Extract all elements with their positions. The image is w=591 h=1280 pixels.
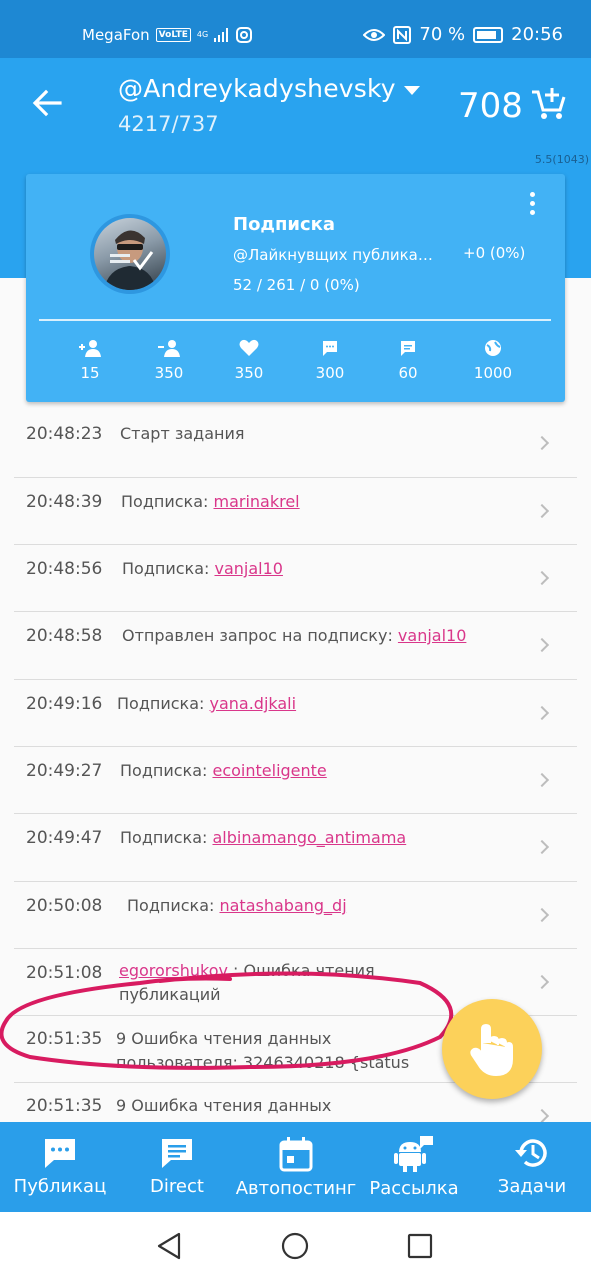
stat-messages: 60 — [368, 338, 448, 382]
start-task-button[interactable] — [442, 999, 542, 1099]
username-link[interactable]: vanjal10 — [214, 559, 282, 578]
log-row[interactable]: 20:48:58 Отправлен запрос на подписку: v… — [14, 612, 577, 680]
avatar — [94, 218, 166, 290]
chevron-right-icon — [534, 839, 550, 855]
direct-icon — [162, 1139, 192, 1168]
nav-direct[interactable]: Direct — [130, 1122, 224, 1212]
comment-icon — [323, 341, 337, 356]
publications-icon — [45, 1139, 75, 1168]
globe-icon — [485, 340, 501, 356]
stat-likes: 350 — [209, 338, 289, 382]
instagram-icon — [236, 27, 253, 43]
task-title: Подписка — [233, 214, 336, 235]
eye-icon — [363, 28, 386, 41]
chevron-right-icon — [534, 435, 550, 451]
points-balance: 708 — [458, 86, 523, 126]
chevron-right-icon — [534, 705, 550, 721]
add-user-icon — [79, 340, 101, 357]
nfc-icon — [393, 25, 412, 44]
remove-user-icon — [158, 340, 180, 357]
battery-icon — [473, 26, 504, 43]
more-vert-icon[interactable] — [526, 192, 538, 222]
stat-views: 1000 — [453, 338, 533, 382]
card-divider — [39, 319, 551, 321]
nav-mailing[interactable]: Рассылка — [364, 1122, 464, 1212]
nav-publications[interactable]: Публикац — [8, 1122, 112, 1212]
carrier-name: MegaFon — [82, 26, 150, 44]
avatar-image-icon — [104, 230, 156, 290]
system-recents-icon[interactable] — [407, 1233, 433, 1259]
log-row[interactable]: 20:49:27 Подписка: ecointeligente — [14, 747, 577, 814]
username-link[interactable]: yana.djkali — [209, 694, 296, 713]
calendar-icon — [279, 1137, 313, 1172]
account-dropdown-icon[interactable] — [404, 86, 420, 95]
nav-autoposting[interactable]: Автопостинг — [234, 1122, 358, 1212]
chevron-right-icon — [534, 772, 550, 788]
account-stats: 4217/737 — [118, 112, 219, 136]
app-bar: @Andreykadyshevsky 4217/737 708 — [0, 58, 591, 150]
chevron-right-icon — [534, 570, 550, 586]
task-progress: 52 / 261 / 0 (0%) — [233, 276, 360, 294]
heart-icon — [239, 339, 259, 356]
username-link[interactable]: vanjal10 — [398, 626, 466, 645]
nav-tasks[interactable]: Задачи — [490, 1122, 574, 1212]
task-card[interactable]: Подписка @Лайкнувщих публикаци... +0 (0%… — [26, 174, 565, 402]
system-home-icon[interactable] — [281, 1232, 309, 1260]
stat-unfollow: 350 — [129, 338, 209, 382]
history-icon — [515, 1139, 547, 1167]
username-link[interactable]: marinakrel — [213, 492, 299, 511]
android-icon — [394, 1136, 433, 1172]
touch-hand-icon — [470, 1024, 513, 1076]
system-navigation-bar — [0, 1212, 591, 1280]
username-link[interactable]: albinamango_antimama — [212, 828, 406, 847]
account-name[interactable]: @Andreykadyshevsky — [118, 74, 396, 103]
app-version: 5.5(1043) — [534, 153, 589, 166]
username-link[interactable]: ecointeligente — [212, 761, 326, 780]
task-delta: +0 (0%) — [463, 244, 526, 262]
log-row[interactable]: 20:48:56 Подписка: vanjal10 — [14, 545, 577, 612]
chevron-right-icon — [534, 974, 550, 990]
message-icon — [401, 341, 415, 356]
username-link[interactable]: egororshukov — [119, 961, 228, 980]
task-target: @Лайкнувщих публикаци... — [233, 246, 443, 264]
battery-percent: 70 % — [419, 24, 466, 45]
chevron-right-icon — [534, 503, 550, 519]
log-row[interactable]: 20:50:08 Подписка: natashabang_dj — [14, 882, 577, 949]
signal-icon — [214, 28, 229, 42]
add-cart-icon[interactable] — [530, 84, 568, 122]
username-link[interactable]: natashabang_dj — [219, 896, 346, 915]
volte-badge: VoLTE — [155, 28, 191, 42]
system-back-icon[interactable] — [156, 1232, 182, 1260]
log-row[interactable]: 20:49:16 Подписка: yana.djkali — [14, 680, 577, 747]
bottom-navigation: Публикац Direct Автопостинг Рассылка Зад… — [0, 1122, 591, 1212]
log-row[interactable]: 20:48:39 Подписка: marinakrel — [14, 478, 577, 545]
stat-follow: 15 — [50, 338, 130, 382]
clock: 20:56 — [511, 24, 563, 45]
chevron-right-icon — [534, 637, 550, 653]
log-row[interactable]: 20:48:23 Старт задания — [14, 410, 577, 478]
network-type: 4G — [196, 30, 209, 39]
chevron-right-icon — [534, 1108, 550, 1124]
back-arrow-icon[interactable] — [30, 86, 64, 120]
log-row[interactable]: 20:49:47 Подписка: albinamango_antimama — [14, 814, 577, 882]
chevron-right-icon — [534, 907, 550, 923]
stat-comments: 300 — [290, 338, 370, 382]
status-bar: MegaFon VoLTE 4G 70 % 20:56 — [0, 0, 591, 58]
